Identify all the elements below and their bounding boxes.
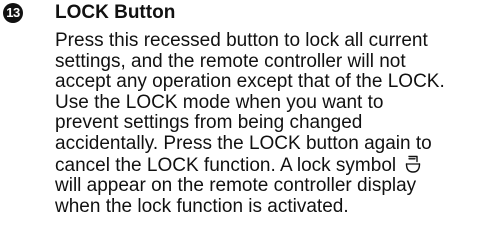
body-line: when the lock function is activated.: [55, 195, 349, 217]
body-line-with-icon: cancel the LOCK function. A lock symbol: [55, 155, 480, 177]
body-line: prevent settings from being changed: [55, 112, 363, 134]
section-body: Press this recessed button to lock all c…: [55, 30, 480, 217]
body-line: accidentally. Press the LOCK button agai…: [55, 132, 432, 154]
lock-button-section: 13 LOCK Button Press this recessed butto…: [0, 0, 486, 246]
section-number-badge: 13: [3, 3, 23, 23]
body-line-text: cancel the LOCK function. A lock symbol: [55, 154, 397, 176]
body-line: Press this recessed button to lock all c…: [55, 30, 428, 51]
body-line: settings, and the remote controller will…: [55, 50, 406, 72]
body-line: accept any operation except that of the …: [55, 71, 445, 93]
lock-symbol-icon: [406, 155, 421, 173]
section-heading: LOCK Button: [55, 2, 176, 23]
body-line: will appear on the remote controller dis…: [55, 175, 417, 197]
body-line: Use the LOCK mode when you want to: [55, 91, 384, 113]
